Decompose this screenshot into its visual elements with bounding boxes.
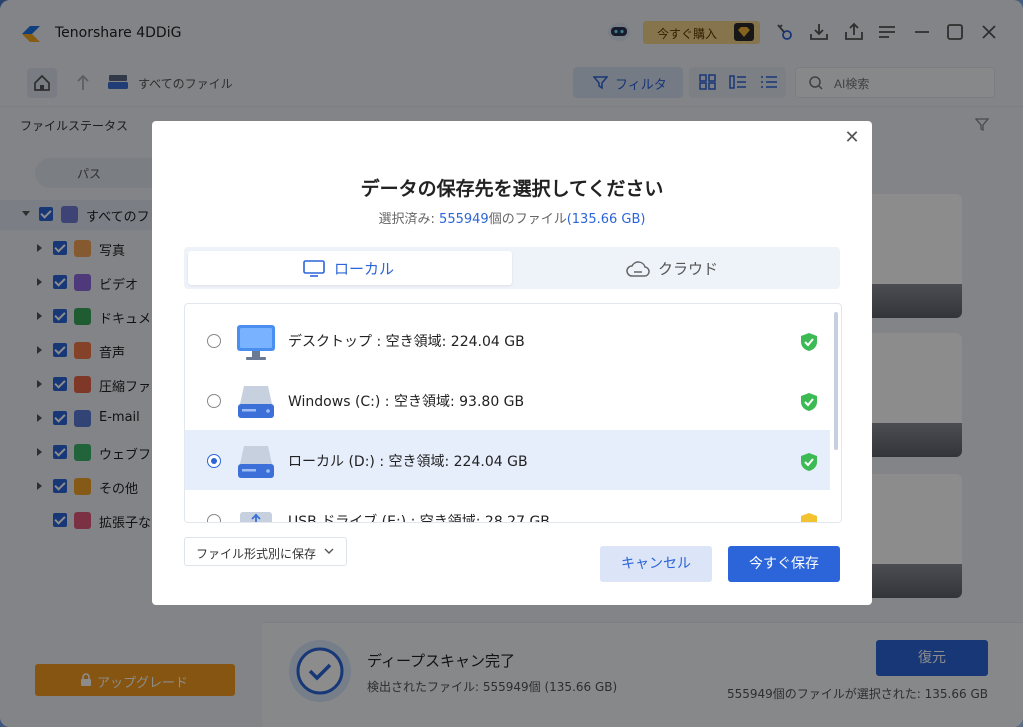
selected-count: 555949 [439,212,489,227]
warning-shield-icon [801,513,817,522]
location-item-local-d[interactable]: ローカル (D:) : 空き領域: 224.04 GB [185,430,830,490]
location-label: ローカル (D:) : 空き領域: 224.04 GB [288,454,528,470]
verified-shield-icon [801,393,817,411]
location-item-desktop[interactable]: デスクトップ : 空き領域: 224.04 GB [185,310,830,370]
tab-local[interactable]: ローカル [188,251,512,285]
location-radio[interactable] [207,334,221,348]
drive-icon [238,386,274,418]
location-label: USB ドライブ (E:) : 空き領域: 28.27 GB [288,514,550,523]
save-format-label: ファイル形式別に保存 [196,547,317,561]
tab-cloud[interactable]: クラウド [514,251,836,285]
selected-prefix: 選択済み: [378,212,440,227]
desktop-icon [237,325,275,360]
location-label: Windows (C:) : 空き領域: 93.80 GB [288,394,525,410]
location-list: デスクトップ : 空き領域: 224.04 GB Windows (C:) : … [184,303,842,523]
save-format-dropdown[interactable]: ファイル形式別に保存 [184,537,347,566]
monitor-icon [303,260,325,277]
list-scrollbar[interactable] [834,312,838,450]
tab-label: ローカル [334,260,395,278]
tab-label: クラウド [658,260,719,278]
dialog-subtitle: 選択済み: 555949個のファイル(135.66 GB) [152,208,872,227]
location-item-usb-e[interactable]: USB ドライブ (E:) : 空き領域: 28.27 GB [185,490,830,523]
chevron-down-icon [324,548,334,554]
location-item-windows-c[interactable]: Windows (C:) : 空き領域: 93.80 GB [185,370,830,430]
location-radio-selected[interactable] [207,454,221,468]
location-label: デスクトップ : 空き領域: 224.04 GB [288,334,525,350]
cancel-button[interactable]: キャンセル [600,546,712,582]
verified-shield-icon [801,333,817,351]
cloud-icon [626,261,650,277]
location-radio[interactable] [207,394,221,408]
location-radio[interactable] [207,514,221,522]
drive-icon [238,446,274,478]
save-location-dialog: ✕ データの保存先を選択してください 選択済み: 555949個のファイル(13… [152,121,872,605]
destination-tabs: ローカル クラウド [184,247,840,289]
close-icon[interactable]: ✕ [843,129,861,147]
save-now-button[interactable]: 今すぐ保存 [728,546,840,582]
dialog-title: データの保存先を選択してください [360,178,664,200]
selected-size: (135.66 GB) [566,212,646,227]
selected-middle: 個のファイル [488,212,567,227]
usb-icon [240,512,272,522]
verified-shield-icon [801,453,817,471]
